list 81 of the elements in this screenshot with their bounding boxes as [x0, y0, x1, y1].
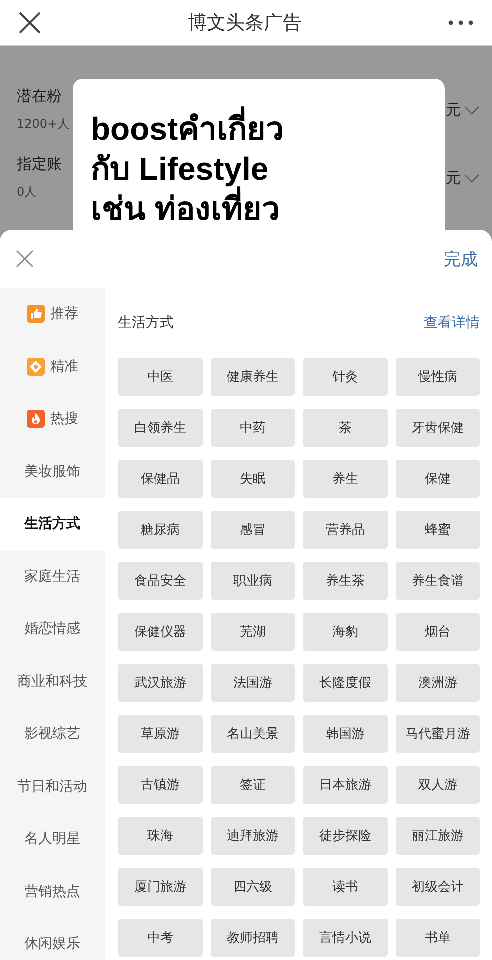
tag-chip[interactable]: 珠海: [118, 817, 202, 855]
tag-chip[interactable]: 食品安全: [118, 562, 202, 600]
tag-chip[interactable]: 牙齿保健: [396, 409, 480, 447]
tag-chip[interactable]: 日本旅游: [303, 766, 388, 804]
tag-chip[interactable]: 马代蜜月游: [396, 715, 480, 753]
tag-chip[interactable]: 芜湖: [210, 613, 295, 651]
close-icon[interactable]: [18, 10, 42, 34]
category-item[interactable]: 婚恋情感: [0, 603, 105, 656]
tag-chip[interactable]: 糖尿病: [118, 511, 202, 549]
tag-chip[interactable]: 韩国游: [303, 715, 388, 753]
callout-text: กับ Lifestyle: [91, 150, 269, 187]
chevron-down-icon[interactable]: [464, 106, 480, 114]
tag-chip[interactable]: 蜂蜜: [396, 511, 480, 549]
category-item[interactable]: 生活方式: [0, 498, 105, 550]
more-icon[interactable]: [448, 20, 474, 26]
tag-chip[interactable]: 营养品: [303, 511, 388, 549]
category-item[interactable]: 家庭生活: [0, 550, 105, 603]
tag-chip[interactable]: 长隆度假: [303, 664, 388, 702]
tag-chip[interactable]: 白领养生: [118, 409, 202, 447]
details-link[interactable]: 查看详情: [424, 314, 480, 332]
tag-chip[interactable]: 中药: [210, 409, 295, 447]
tag-chip[interactable]: 针灸: [303, 358, 388, 396]
tag-chip[interactable]: 丽江旅游: [396, 817, 480, 855]
section-title: 生活方式: [118, 314, 174, 332]
tag-chip[interactable]: 慢性病: [396, 358, 480, 396]
tag-chip[interactable]: 养生食谱: [396, 562, 480, 600]
option-label: 潜在粉: [17, 87, 62, 106]
tag-chip[interactable]: 养生: [303, 460, 388, 498]
category-item[interactable]: 推荐: [0, 288, 105, 340]
tag-chip[interactable]: 徒步探险: [303, 817, 388, 855]
category-item[interactable]: 名人明星: [0, 813, 105, 866]
tag-chip[interactable]: 读书: [303, 868, 388, 906]
tag-chip[interactable]: 初级会计: [396, 868, 480, 906]
tag-chip[interactable]: 草原游: [118, 715, 202, 753]
option-value: 元: [446, 168, 461, 188]
callout-text: เช่น ท่องเที่ยว: [91, 189, 427, 229]
option-count: 0人: [17, 184, 37, 201]
category-item[interactable]: 美妆服饰: [0, 446, 105, 498]
tag-chip[interactable]: 双人游: [396, 766, 480, 804]
tag-chip[interactable]: 保健仪器: [118, 613, 202, 651]
tag-chip[interactable]: 言情小说: [303, 919, 388, 957]
tag-chip[interactable]: 健康养生: [210, 358, 295, 396]
tag-chip[interactable]: 澳洲游: [396, 664, 480, 702]
tag-chip[interactable]: 迪拜旅游: [210, 817, 295, 855]
tag-chip[interactable]: 感冒: [210, 511, 295, 549]
tag-chip[interactable]: 书单: [396, 919, 480, 957]
tag-chip[interactable]: 茶: [303, 409, 388, 447]
tag-chip[interactable]: 名山美景: [210, 715, 295, 753]
option-value: 元: [446, 100, 461, 120]
tag-chip[interactable]: 古镇游: [118, 766, 202, 804]
category-item[interactable]: 精准: [0, 340, 105, 393]
tag-chip[interactable]: 中医: [118, 358, 202, 396]
tag-chip[interactable]: 养生茶: [303, 562, 388, 600]
tag-chip[interactable]: 海豹: [303, 613, 388, 651]
category-item[interactable]: 影视综艺: [0, 708, 105, 760]
category-item[interactable]: 营销热点: [0, 866, 105, 918]
callout-text: boostคำเกี่ยว: [91, 109, 427, 149]
category-item[interactable]: 节日和活动: [0, 760, 105, 813]
tag-chip[interactable]: 保健品: [118, 460, 202, 498]
chevron-down-icon[interactable]: [464, 174, 480, 182]
done-button[interactable]: 完成: [444, 246, 478, 272]
option-count: 1200+人: [17, 116, 70, 133]
tag-chip[interactable]: 保健: [396, 460, 480, 498]
page-title: 博文头条广告: [187, 10, 303, 36]
tag-chip[interactable]: 失眠: [210, 460, 295, 498]
tag-chip[interactable]: 烟台: [396, 613, 480, 651]
tag-chip[interactable]: 法国游: [210, 664, 295, 702]
category-item[interactable]: 热搜: [0, 393, 105, 446]
thumb-icon: [26, 305, 44, 324]
tag-chip[interactable]: 职业病: [210, 562, 295, 600]
tag-chip[interactable]: 武汉旅游: [118, 664, 202, 702]
category-item[interactable]: 休闲娱乐: [0, 918, 105, 960]
tag-chip[interactable]: 厦门旅游: [118, 868, 202, 906]
tag-chip[interactable]: 四六级: [210, 868, 295, 906]
target-icon: [26, 358, 44, 376]
tag-chip[interactable]: 中考: [118, 919, 202, 957]
option-label: 指定账: [17, 155, 62, 174]
category-item[interactable]: 商业和科技: [0, 656, 105, 708]
tag-chip[interactable]: 签证: [210, 766, 295, 804]
tag-chip[interactable]: 教师招聘: [210, 919, 295, 957]
fire-icon: [26, 410, 44, 428]
